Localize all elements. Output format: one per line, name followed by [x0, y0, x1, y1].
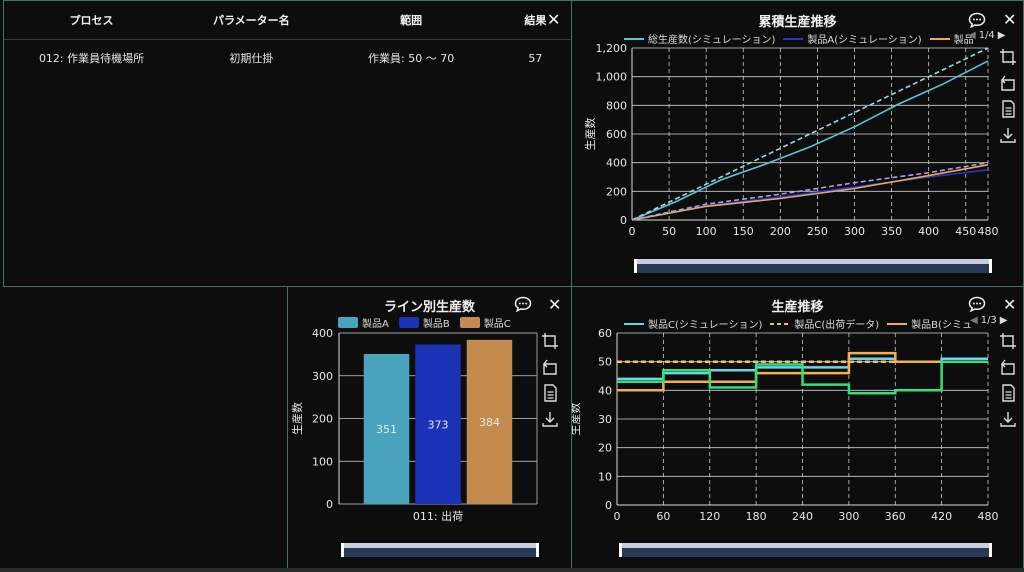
zoom-slider-left-handle[interactable] — [619, 543, 622, 557]
y-tick-label: 10 — [598, 470, 612, 483]
series-line — [631, 60, 989, 221]
x-tick-label: 120 — [699, 510, 720, 523]
y-tick-label: 400 — [606, 157, 627, 170]
production-trend-panel: 生産推移 ✕ 製品C(シミュレーション) 製品C(出荷データ) 製品B(シミュ … — [571, 286, 1024, 572]
y-axis-label: 生産数 — [583, 118, 597, 151]
data-view-icon[interactable] — [999, 384, 1017, 402]
y-tick-label: 1,000 — [596, 71, 628, 84]
y-tick-label: 0 — [620, 214, 627, 227]
x-tick-label: 100 — [696, 225, 717, 238]
col-header-range: 範囲 — [323, 1, 499, 40]
bar-value-label: 373 — [428, 418, 449, 431]
x-tick-label: 0 — [614, 510, 621, 523]
x-tick-label: 480 — [978, 510, 999, 523]
x-tick-label: 180 — [746, 510, 767, 523]
chart-toolbar — [541, 332, 559, 428]
bottom-status-bar — [0, 568, 1024, 572]
y-tick-label: 800 — [606, 99, 627, 112]
zoom-slider-right-handle[interactable] — [989, 543, 992, 557]
reset-zoom-icon[interactable] — [999, 358, 1017, 376]
y-tick-label: 30 — [598, 413, 612, 426]
reset-zoom-icon[interactable] — [541, 358, 559, 376]
y-tick-label: 50 — [598, 356, 612, 369]
zoom-slider-right-handle[interactable] — [536, 543, 539, 557]
chart-toolbar — [999, 332, 1017, 428]
cell-range: 作業員: 50 〜 70 — [368, 52, 455, 65]
y-axis-label: 生産数 — [572, 403, 582, 436]
y-tick-label: 0 — [326, 498, 333, 511]
download-icon[interactable] — [999, 410, 1017, 428]
y-tick-label: 1,200 — [596, 42, 628, 55]
bar-value-label: 351 — [376, 423, 397, 436]
y-axis-label: 生産数 — [290, 402, 304, 435]
x-tick-label: 420 — [931, 510, 952, 523]
x-tick-label: 360 — [885, 510, 906, 523]
y-tick-label: 100 — [312, 455, 333, 468]
download-icon[interactable] — [999, 126, 1017, 144]
table-row[interactable]: 012: 作業員待機場所 初期仕掛 作業員: 50 〜 70 57 — [4, 40, 572, 77]
reset-zoom-icon[interactable] — [999, 74, 1017, 92]
data-view-icon[interactable] — [541, 384, 559, 402]
y-tick-label: 300 — [312, 370, 333, 383]
table-header-row: プロセス パラメーター名 範囲 結果 — [4, 1, 572, 40]
x-tick-label: 480 — [978, 225, 999, 238]
col-header-process: プロセス — [4, 1, 180, 40]
x-tick-label: 300 — [838, 510, 859, 523]
col-header-parameter: パラメーター名 — [179, 1, 324, 40]
zoom-slider[interactable] — [619, 543, 992, 557]
close-icon[interactable]: ✕ — [547, 10, 560, 29]
zoom-select-icon[interactable] — [999, 48, 1017, 66]
zoom-select-icon[interactable] — [541, 332, 559, 350]
cell-parameter: 初期仕掛 — [229, 52, 274, 65]
x-tick-label: 50 — [662, 225, 676, 238]
zoom-slider[interactable] — [634, 259, 992, 273]
cumulative-chart-panel: 累積生産推移 ✕ 総生産数(シミュレーション) 製品A(シミュレーション) 製品… — [571, 0, 1024, 287]
x-tick-label: 200 — [770, 225, 791, 238]
cell-result: 57 — [528, 51, 543, 65]
y-tick-label: 600 — [606, 128, 627, 141]
x-tick-label: 250 — [807, 225, 828, 238]
x-tick-label: 150 — [733, 225, 754, 238]
data-view-icon[interactable] — [999, 100, 1017, 118]
x-tick-label: 240 — [792, 510, 813, 523]
line-production-bar-chart: 0 100 200 300 400 生産数 351 373 384 011: 出荷 — [290, 327, 538, 523]
y-tick-label: 0 — [605, 499, 612, 512]
cumulative-line-chart: 0 200 400 600 800 1,000 1,200 0 50 100 150 200 250 30… — [583, 42, 999, 238]
x-tick-label: 60 — [656, 510, 670, 523]
cell-process: 012: 作業員待機場所 — [38, 52, 145, 65]
x-tick-label: 0 — [629, 225, 636, 238]
production-trend-line-chart: 0 10 20 30 40 50 60 0 60 120 180 240 300 360 420 480 生産数 — [572, 327, 999, 523]
y-tick-label: 40 — [598, 384, 612, 397]
x-tick-label: 400 — [918, 225, 939, 238]
x-tick-label: 350 — [881, 225, 902, 238]
download-icon[interactable] — [541, 410, 559, 428]
line-production-panel: ライン別生産数 ✕ 製品A 製品B 製品C 0 100 200 300 400 生産数 35… — [287, 286, 572, 572]
parameter-table-panel: プロセス パラメーター名 範囲 結果 012: 作業員待機場所 初期仕掛 作業員… — [3, 0, 572, 287]
x-tick-label: 450 — [955, 225, 976, 238]
y-tick-label: 200 — [312, 413, 333, 426]
zoom-select-icon[interactable] — [999, 332, 1017, 350]
y-tick-label: 400 — [312, 327, 333, 340]
zoom-slider-right-handle[interactable] — [989, 259, 992, 273]
bar-value-label: 384 — [479, 416, 500, 429]
parameter-table: プロセス パラメーター名 範囲 結果 012: 作業員待機場所 初期仕掛 作業員… — [4, 1, 572, 76]
x-tick-label: 300 — [844, 225, 865, 238]
y-tick-label: 20 — [598, 442, 612, 455]
zoom-slider-left-handle[interactable] — [341, 543, 344, 557]
zoom-slider[interactable] — [341, 543, 539, 557]
x-category-label: 011: 出荷 — [413, 509, 463, 523]
chart-toolbar — [999, 48, 1017, 144]
series-line — [617, 360, 988, 395]
y-tick-label: 200 — [606, 185, 627, 198]
col-header-result: 結果 — [498, 1, 572, 40]
y-tick-label: 60 — [598, 327, 612, 340]
zoom-slider-left-handle[interactable] — [634, 259, 637, 273]
